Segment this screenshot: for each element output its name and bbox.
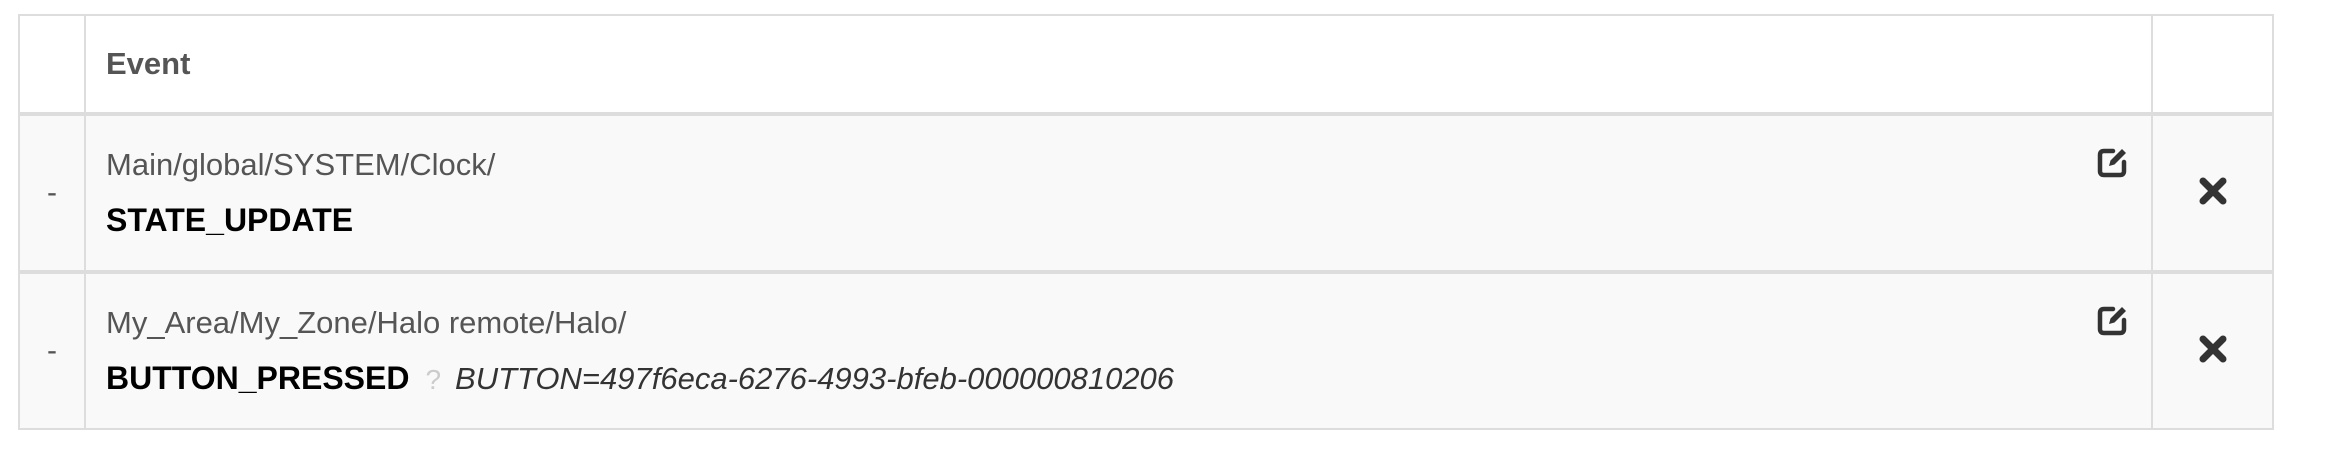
close-icon[interactable] <box>2198 334 2228 364</box>
edit-icon[interactable] <box>2095 146 2129 180</box>
events-table: Event - Main/global/SYSTEM/Clock/ STATE_… <box>18 14 2274 430</box>
header-event: Event <box>84 14 2153 116</box>
event-cell: Main/global/SYSTEM/Clock/ STATE_UPDATE <box>84 113 2153 273</box>
event-line: BUTTON_PRESSED? BUTTON=497f6eca-6276-4993… <box>106 358 2151 405</box>
event-name: STATE_UPDATE <box>106 201 354 238</box>
event-filter: BUTTON=497f6eca-6276-4993-bfeb-000000810… <box>455 360 1175 396</box>
filter-separator: ? <box>425 363 442 395</box>
edit-icon[interactable] <box>2095 304 2129 338</box>
delete-cell <box>2151 113 2274 273</box>
delete-cell <box>2151 270 2274 430</box>
table-header-row: Event <box>18 14 2274 116</box>
table-row: - My_Area/My_Zone/Halo remote/Halo/ BUTT… <box>18 270 2274 430</box>
header-actions <box>2151 14 2274 116</box>
row-marker: - <box>18 113 86 273</box>
event-name: BUTTON_PRESSED <box>106 359 410 396</box>
event-path: Main/global/SYSTEM/Clock/ <box>106 146 496 182</box>
event-line: STATE_UPDATE <box>106 200 2151 247</box>
event-cell: My_Area/My_Zone/Halo remote/Halo/ BUTTON… <box>84 270 2153 430</box>
table-row: - Main/global/SYSTEM/Clock/ STATE_UPDATE <box>18 113 2274 273</box>
close-icon[interactable] <box>2198 176 2228 206</box>
event-path: My_Area/My_Zone/Halo remote/Halo/ <box>106 304 627 340</box>
header-dash <box>18 14 86 116</box>
row-marker: - <box>18 270 86 430</box>
